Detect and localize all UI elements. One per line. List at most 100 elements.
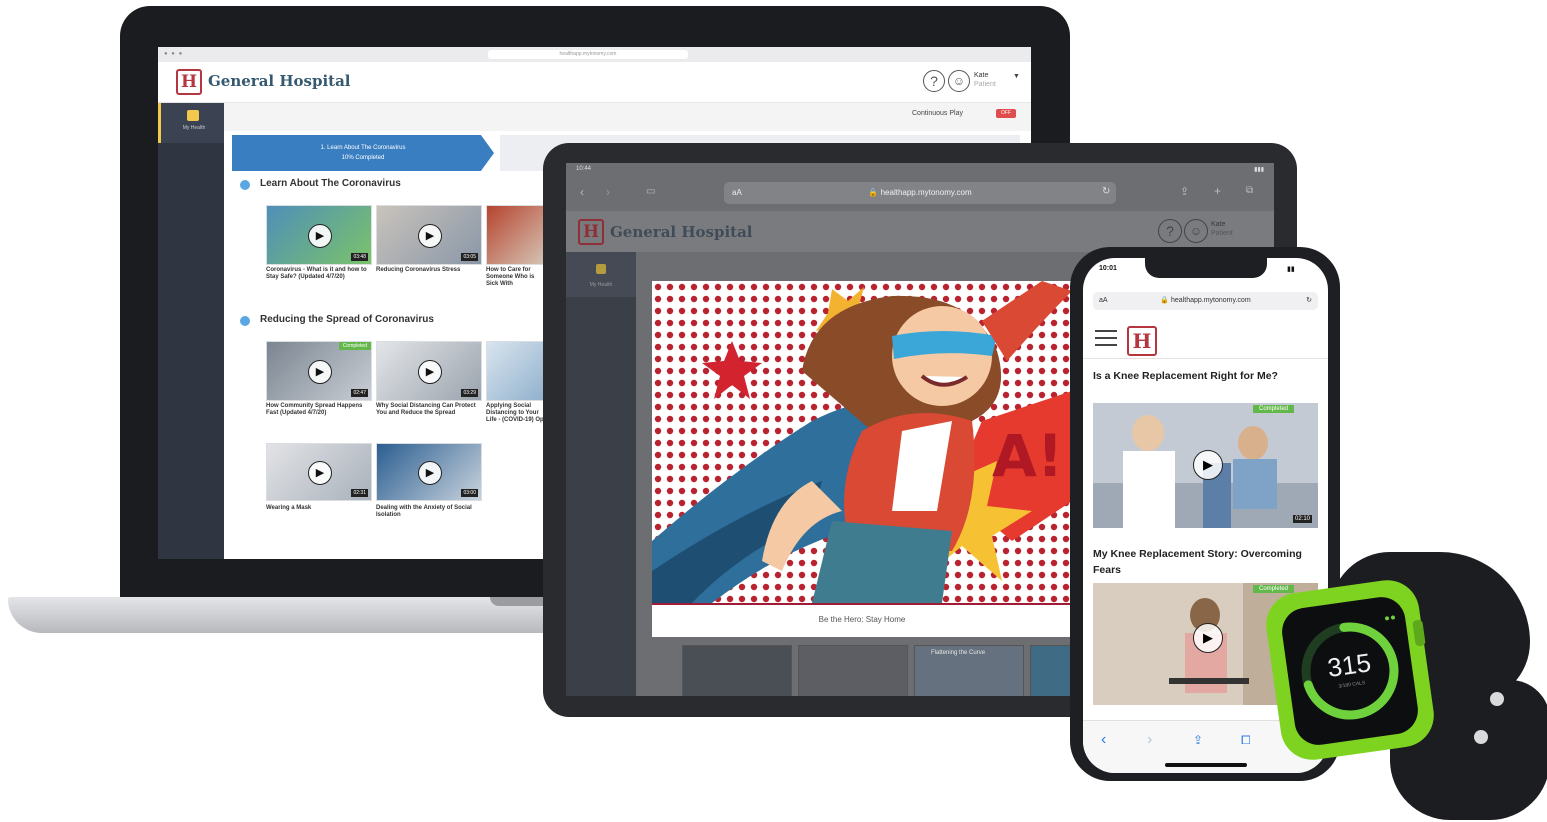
app-header: H General Hospital ? ☺ Kate Patient ▼ [158,62,1031,103]
video-duration: 03:48 [351,253,368,261]
video-thumbnail[interactable] [682,645,792,696]
app-title[interactable]: General Hospital [208,72,351,90]
video-duration: 02:31 [351,489,368,497]
address-bar[interactable]: aA 🔒 healthapp.mytonomy.com ↻ [1093,292,1318,310]
video-player[interactable]: A! [652,281,1072,603]
article-title[interactable]: My Knee Replacement Story: Overcoming Fe… [1093,546,1318,578]
video-caption[interactable]: How Community Spread Happens Fast (Updat… [266,403,371,417]
play-icon[interactable]: ▶ [308,360,332,384]
completed-badge: Completed [1253,405,1295,413]
reader-text-size[interactable]: aA [1099,292,1108,310]
video-duration: 03:29 [461,389,478,397]
video-caption[interactable]: Why Social Distancing Can Protect You an… [376,403,481,417]
video-thumbnail[interactable]: ▶ 03:29 [376,341,482,401]
user-name: Kate [974,72,989,79]
forward-icon[interactable]: › [1147,731,1152,749]
video-thumbnail[interactable]: Completed ▶ 02:10 [1093,403,1318,528]
video-caption[interactable]: Applying Social Distancing to Your Life … [486,403,546,424]
video-caption[interactable]: Reducing Coronavirus Stress [376,267,481,274]
battery-icon: ▮▮ [1287,266,1295,273]
address-text: healthapp.mytonomy.com [1171,297,1251,304]
bookmarks-icon[interactable]: ▭ [646,186,655,197]
avatar-icon[interactable]: ☺ [1184,219,1208,243]
status-time: 10:01 [1099,265,1117,272]
play-icon[interactable]: ▶ [418,360,442,384]
window-controls[interactable]: ● ● ● [164,51,183,57]
tabs-icon[interactable]: ⧉ [1246,185,1253,196]
share-icon[interactable]: ⇪ [1193,733,1203,747]
lock-icon: 🔒 [1160,297,1170,304]
user-name: Kate [1211,221,1226,228]
hamburger-menu-icon[interactable] [1095,330,1117,346]
new-tab-icon[interactable]: + [1214,184,1221,198]
back-icon[interactable]: ‹ [580,185,584,199]
user-menu[interactable]: Kate Patient [974,71,996,89]
sidebar-item-my-health[interactable]: My Health [158,103,227,143]
band-hole [1490,692,1504,706]
play-icon[interactable]: ▶ [418,224,442,248]
help-icon[interactable]: ? [1158,219,1182,243]
reader-text-size[interactable]: aA [732,182,742,204]
user-menu[interactable]: Kate Patient [1211,220,1233,238]
divider [1083,358,1328,359]
sidebar-item-my-health[interactable]: My Health [566,252,636,297]
play-icon[interactable]: ▶ [1193,623,1223,653]
video-duration: 03:05 [461,253,478,261]
forward-icon[interactable]: › [606,185,610,199]
help-icon[interactable]: ? [923,70,945,92]
reload-icon[interactable]: ↻ [1306,292,1312,310]
video-caption[interactable]: Be the Hero: Stay Home [652,603,1072,637]
address-text: healthapp.mytonomy.com [880,188,972,197]
back-icon[interactable]: ‹ [1101,731,1106,749]
sidebar-item-label: My Health [589,282,613,288]
video-thumbnail[interactable] [798,645,908,696]
video-thumbnail[interactable]: ▶ 03:48 [266,205,372,265]
thumbnail-title: Flattening the Curve [931,650,986,656]
avatar-icon[interactable]: ☺ [948,70,970,92]
browser-toolbar: ‹ › ▭ 🔒 healthapp.mytonomy.com aA ↻ ⇪ + … [566,177,1274,212]
section-bullet-icon [240,180,250,190]
video-caption[interactable]: Dealing with the Anxiety of Social Isola… [376,505,481,519]
share-icon[interactable]: ⇪ [1180,185,1189,198]
bookmarks-icon[interactable]: ⧠ [1241,733,1251,748]
chevron-down-icon[interactable]: ▼ [1013,73,1020,80]
home-icon [187,110,199,121]
address-bar[interactable]: 🔒 healthapp.mytonomy.com [724,182,1116,204]
video-caption[interactable]: How to Care for Someone Who is Sick With [486,267,546,288]
continuous-play-toggle[interactable]: OFF [996,109,1016,118]
status-bar: 10:44 ▮▮▮ [566,163,1274,177]
address-bar[interactable]: healthapp.mytonomy.com [488,50,688,59]
hospital-logo-icon[interactable]: H [1127,326,1157,356]
video-thumbnail[interactable]: ▶ 03:00 [376,443,482,501]
section-title: Reducing the Spread of Coronavirus [260,314,434,325]
hospital-logo-icon[interactable]: H [176,69,202,95]
play-icon[interactable]: ▶ [418,461,442,485]
home-icon [596,264,606,274]
watch-screen: 315 3/180 CALS [1279,594,1421,748]
user-role: Patient [1211,230,1233,237]
hospital-logo-icon[interactable]: H [578,219,604,245]
sidebar-item-label: My Health [182,125,206,131]
reload-icon[interactable]: ↻ [1102,186,1110,197]
play-icon[interactable]: ▶ [1193,450,1223,480]
content-toolbar: Continuous Play OFF [224,103,1031,131]
video-thumbnail[interactable] [486,205,548,265]
home-indicator [1165,763,1247,767]
app-title[interactable]: General Hospital [610,223,753,241]
article-title[interactable]: Is a Knee Replacement Right for Me? [1093,368,1318,384]
battery-icon: ▮▮▮ [1254,167,1264,173]
completed-badge: Completed [1253,585,1295,593]
video-thumbnail[interactable] [486,341,548,401]
video-thumbnail-strip: Flattening the Curve [682,645,1104,696]
video-thumbnail[interactable]: Flattening the Curve [914,645,1024,696]
video-caption[interactable]: Wearing a Mask [266,505,371,512]
video-caption[interactable]: Coronavirus - What is it and how to Stay… [266,267,371,281]
video-thumbnail[interactable]: Completed ▶ 02:47 [266,341,372,401]
video-thumbnail[interactable]: ▶ 02:31 [266,443,372,501]
video-thumbnail[interactable]: ▶ 03:05 [376,205,482,265]
video-duration: 02:10 [1293,515,1313,523]
progress-step-current[interactable]: 1. Learn About The Coronavirus 10% Compl… [232,135,494,171]
play-icon[interactable]: ▶ [308,461,332,485]
lock-icon: 🔒 [868,188,879,197]
play-icon[interactable]: ▶ [308,224,332,248]
